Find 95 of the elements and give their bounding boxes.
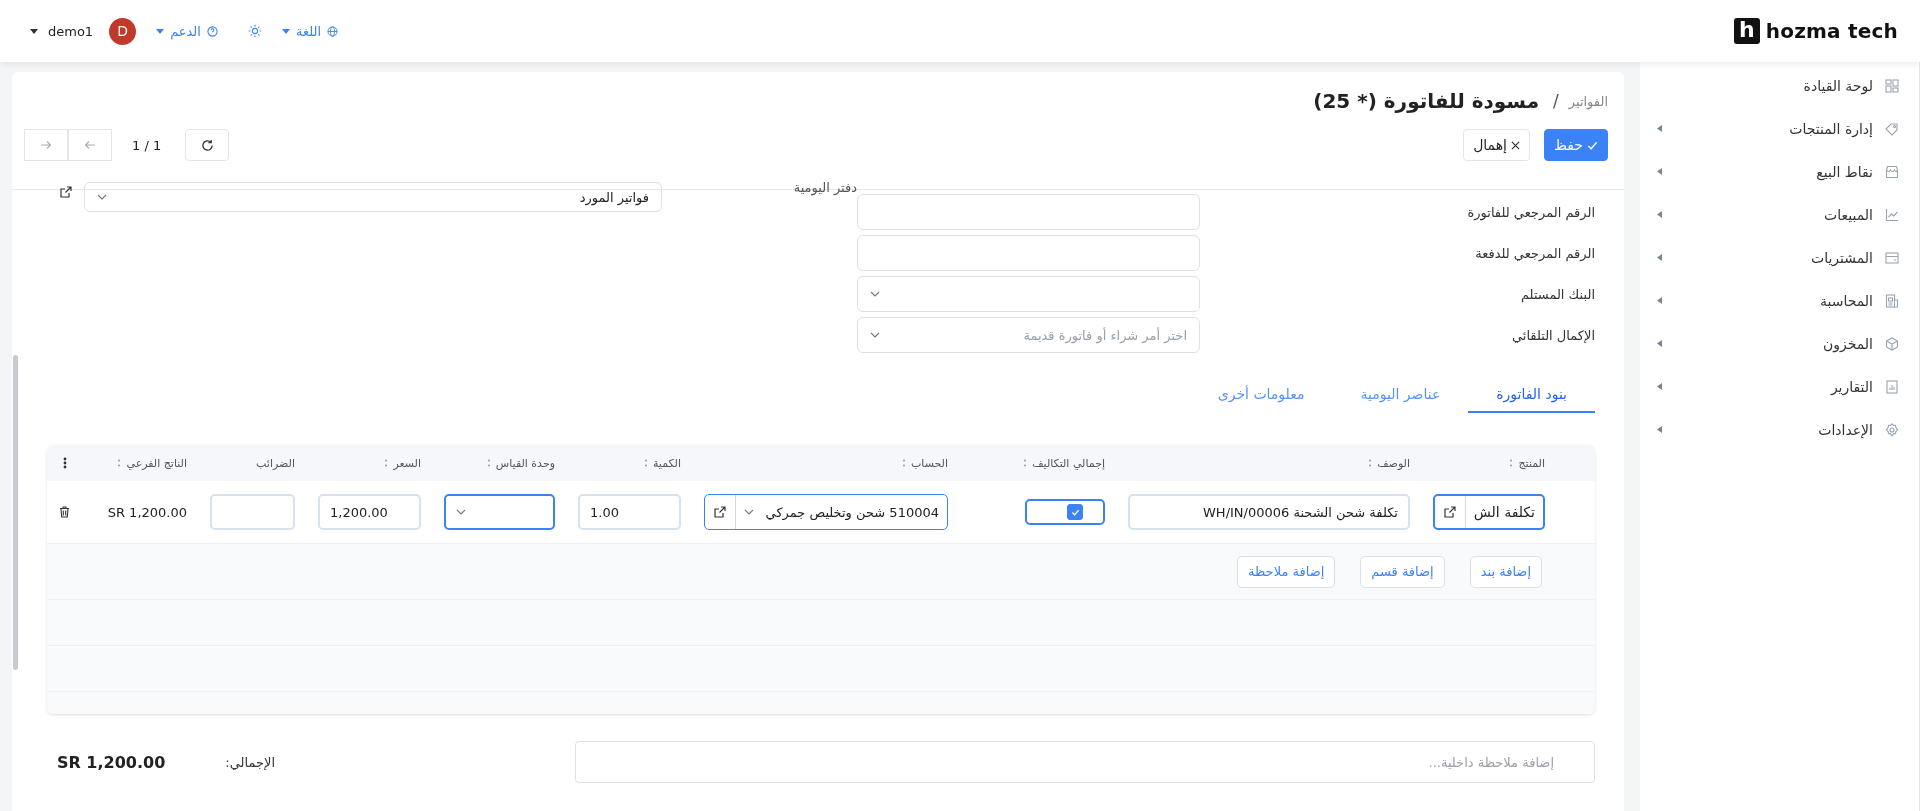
field-label: الرقم المرجعي للدفعة (1474, 245, 1595, 261)
refresh-button[interactable] (185, 129, 230, 161)
field-label: الإكمال التلقائي (1510, 327, 1595, 343)
add-line-button[interactable]: إضافة قسم (1360, 555, 1445, 588)
column-header[interactable]: الناتج الفرعي (126, 456, 187, 470)
discard-button[interactable]: إهمال (1463, 129, 1530, 161)
column-header[interactable]: الوصف (1377, 456, 1410, 470)
user-name[interactable]: demo1 (48, 23, 94, 39)
check-icon (1587, 139, 1598, 151)
page-title: مسودة للفاتورة (* 25) (1313, 89, 1540, 113)
account-select[interactable]: 510004 شحن وتخليص جمركي (704, 494, 948, 530)
nav-icon (1885, 379, 1899, 394)
arrow-left-icon (84, 139, 96, 151)
nav-icon (1885, 78, 1899, 93)
globe-icon[interactable] (327, 25, 339, 37)
column-header[interactable]: الكمية (652, 456, 681, 470)
price-field[interactable]: 1,200.00 (318, 494, 421, 530)
check-icon (1070, 507, 1080, 517)
next-button[interactable] (24, 129, 68, 161)
pager-counter: 1 / 1 (132, 137, 162, 153)
sort-icon[interactable] (643, 459, 648, 467)
column-header[interactable]: إجمالي التكاليف (1032, 456, 1105, 470)
column-header[interactable]: السعر (393, 456, 421, 470)
total-amount: SR 1,200.00 (56, 752, 166, 772)
input-field[interactable] (857, 194, 1200, 230)
sidebar-item[interactable]: المحاسبة (1640, 279, 1919, 322)
column-header[interactable]: المنتج (1518, 456, 1545, 470)
logo-mark: h (1733, 18, 1760, 44)
total-label: الإجمالي: (225, 754, 275, 770)
field-label: دفتر اليومية (792, 180, 857, 195)
refresh-icon (200, 138, 214, 152)
chevron-down-icon (870, 332, 880, 338)
sort-icon[interactable] (1509, 459, 1514, 467)
sidebar-item[interactable]: نقاط البيع (1640, 150, 1919, 193)
sidebar-item[interactable]: التقارير (1640, 365, 1919, 408)
chevron-down-icon (870, 291, 880, 297)
user-avatar[interactable]: D (109, 17, 137, 45)
tab[interactable]: بنود الفاتورة (1468, 378, 1595, 413)
sort-icon[interactable] (486, 459, 491, 467)
save-button[interactable]: حفظ (1543, 129, 1608, 161)
help-icon[interactable] (206, 25, 218, 37)
sidebar-item[interactable]: المبيعات (1640, 193, 1919, 236)
sort-icon[interactable] (384, 459, 389, 467)
caret-icon[interactable] (30, 28, 38, 34)
field-label: البنك المستلم (1519, 286, 1595, 302)
delete-icon[interactable] (58, 506, 70, 518)
add-line-button[interactable]: إضافة بند (1469, 555, 1542, 588)
close-icon (1510, 140, 1520, 150)
product-field[interactable]: تكلفة الش (1433, 494, 1545, 530)
column-menu-icon[interactable] (62, 457, 67, 469)
external-link-icon[interactable] (714, 506, 726, 518)
sort-icon[interactable] (1368, 459, 1373, 467)
external-link-icon[interactable] (1443, 506, 1456, 518)
nav-icon (1885, 121, 1899, 136)
nav-icon (1885, 250, 1899, 265)
sidebar-item[interactable]: المشتريات (1640, 236, 1919, 279)
select-field[interactable] (857, 276, 1200, 312)
field-label: الرقم المرجعي للفاتورة (1466, 204, 1595, 220)
quantity-field[interactable]: 1.00 (578, 494, 681, 530)
chevron-down-icon (744, 509, 754, 515)
nav-icon (1885, 164, 1899, 179)
language-menu[interactable]: اللغة (295, 23, 322, 39)
sidebar-item[interactable]: المخزون (1640, 322, 1919, 365)
arrow-right-icon (40, 139, 52, 151)
add-line-button[interactable]: إضافة ملاحظة (1236, 555, 1336, 588)
subtotal-cell: SR 1,200.00 (107, 504, 187, 520)
sort-icon[interactable] (901, 459, 906, 467)
chevron-down-icon (97, 194, 107, 200)
sidebar-item[interactable]: لوحة القيادة (1640, 64, 1919, 107)
nav-icon (1885, 336, 1899, 351)
description-field[interactable]: تكلفة شحن الشحنة WH/IN/00006 (1128, 494, 1410, 530)
column-header[interactable]: وحدة القياس (495, 456, 555, 470)
column-header[interactable]: الضرائب (256, 456, 295, 470)
support-menu[interactable]: الدعم (170, 23, 201, 39)
sidebar-item[interactable]: الإعدادات (1640, 408, 1919, 451)
sort-icon[interactable] (1023, 459, 1028, 467)
checkbox[interactable] (1067, 504, 1083, 520)
journal-select[interactable]: فواتير المورد (84, 182, 662, 212)
nav-icon (1885, 293, 1899, 308)
breadcrumb-link[interactable]: الفواتير (1568, 93, 1608, 109)
unit-select[interactable] (444, 494, 555, 530)
input-field[interactable] (857, 235, 1200, 271)
nav-icon (1885, 207, 1899, 222)
scrollbar[interactable] (13, 355, 18, 670)
taxes-field[interactable] (210, 494, 295, 530)
external-link-icon[interactable] (60, 186, 72, 198)
column-header[interactable]: الحساب (910, 456, 948, 470)
nav-icon (1885, 422, 1899, 437)
prev-button[interactable] (68, 129, 112, 161)
sort-icon[interactable] (117, 459, 122, 467)
breadcrumb-separator: / (1553, 91, 1559, 111)
logo-text: hozma tech (1765, 19, 1898, 43)
chevron-down-icon (456, 509, 466, 515)
sun-icon[interactable] (247, 24, 262, 38)
sidebar-item[interactable]: إدارة المنتجات (1640, 107, 1919, 150)
